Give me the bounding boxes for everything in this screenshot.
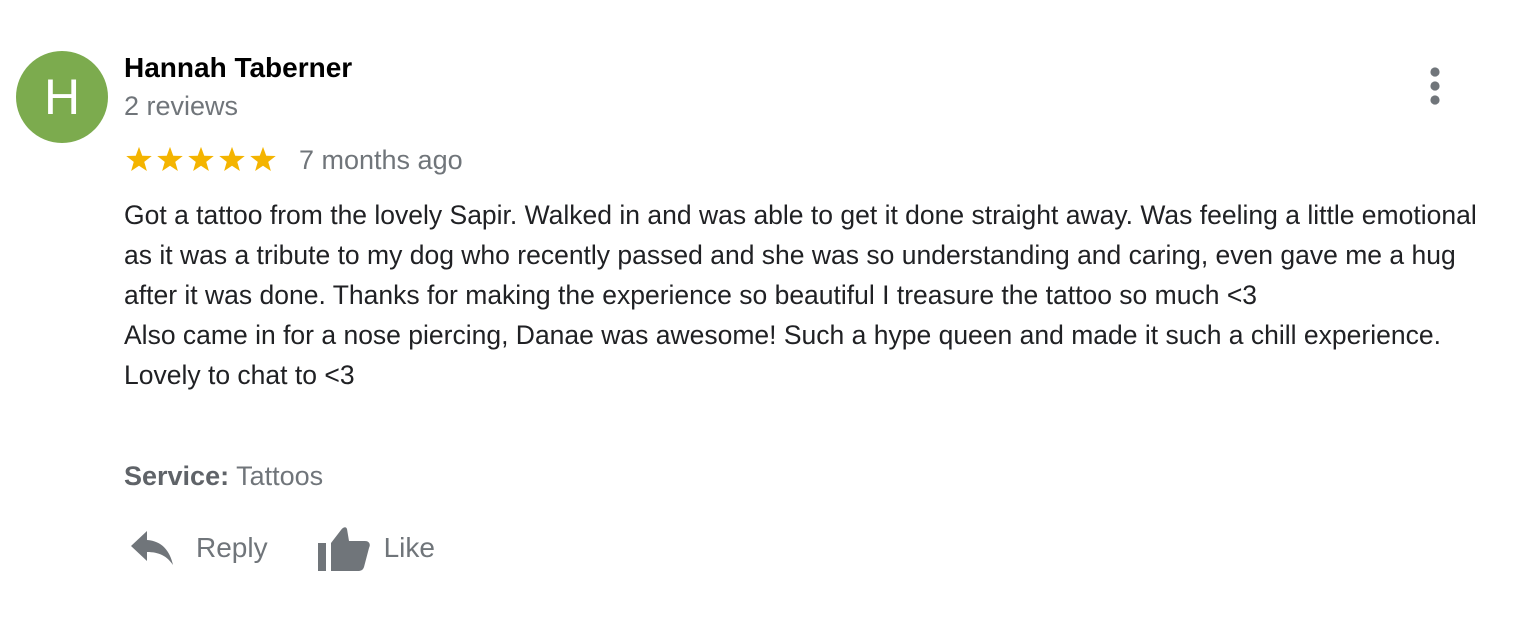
service-value: Tattoos [236,461,324,491]
star-rating [124,145,279,175]
star-icon [188,146,214,171]
review-paragraph: Got a tattoo from the lovely Sapir. Walk… [124,200,1477,310]
review-text: Got a tattoo from the lovely Sapir. Walk… [124,195,1509,395]
thumbs-up-icon [317,527,370,571]
like-label: Like [383,532,435,563]
review-card: H Hannah Taberner 2 reviews 7 months ago… [0,0,1528,617]
star-icon [157,146,183,171]
review-actions: Reply Like [124,518,435,578]
star-icon [126,146,152,171]
star-icon [219,146,245,171]
reviewer-name[interactable]: Hannah Taberner [124,52,352,84]
review-paragraph: Also came in for a nose piercing, Danae … [124,320,1441,390]
avatar[interactable]: H [16,51,108,143]
avatar-initial: H [43,69,81,125]
review-time: 7 months ago [299,144,463,175]
more-options-button[interactable] [1418,62,1452,110]
reviewer-review-count[interactable]: 2 reviews [124,91,238,122]
rating-row: 7 months ago [124,142,463,178]
service-label: Service: [124,461,230,491]
more-vert-icon [1430,67,1440,105]
service-line: Service: Tattoos [124,461,323,492]
reply-arrow-icon [131,531,173,565]
reply-button[interactable]: Reply [124,530,268,566]
star-icon [250,146,276,171]
like-button[interactable]: Like [317,524,435,572]
reply-label: Reply [196,532,268,563]
